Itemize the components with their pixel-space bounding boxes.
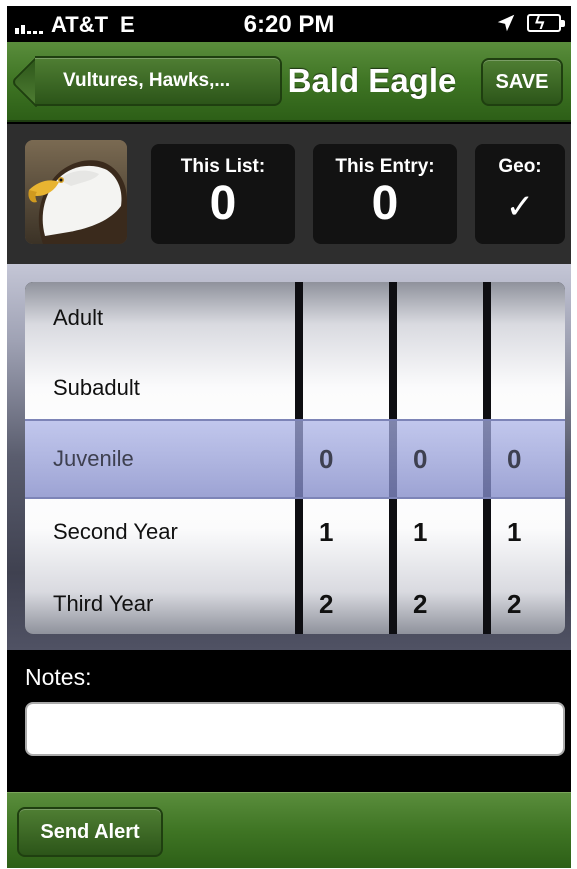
picker-option[interactable]: 2 (397, 568, 483, 634)
notes-section: Notes: (7, 650, 571, 794)
send-alert-button[interactable]: Send Alert (17, 807, 163, 857)
this-entry-label: This Entry: (335, 156, 435, 177)
save-button[interactable]: SAVE (481, 58, 563, 106)
this-list-label: This List: (180, 156, 266, 177)
species-photo (25, 140, 127, 244)
picker-option[interactable]: Second Year (25, 496, 295, 568)
send-alert-label: Send Alert (40, 820, 140, 843)
picker-option[interactable]: Adult (25, 282, 295, 354)
count-wheel-2[interactable]: 1 2 (397, 282, 483, 634)
picker-option[interactable]: 1 (491, 496, 565, 568)
battery-icon: ϟ (527, 13, 565, 33)
back-button-wrapper: Vultures, Hawks,... (25, 42, 285, 122)
back-button[interactable]: Vultures, Hawks,... (35, 56, 282, 106)
selected-count-2: 0 (413, 444, 428, 474)
picker-option[interactable]: 1 (303, 496, 389, 568)
navigation-bar: Vultures, Hawks,... Bald Eagle SAVE (7, 42, 571, 122)
count-wheel-3[interactable]: 1 2 (491, 282, 565, 634)
picker-option[interactable]: Subadult (25, 352, 295, 424)
bottom-toolbar: Send Alert (7, 792, 571, 868)
clock: 6:20 PM (243, 11, 335, 38)
bald-eagle-icon (25, 140, 127, 244)
picker-option[interactable]: 2 (303, 568, 389, 634)
status-bar: AT&T E 6:20 PM ϟ (7, 6, 571, 42)
geo-label: Geo: (498, 156, 542, 177)
species-info-strip: This List: 0 This Entry: 0 Geo: ✓ (7, 124, 571, 264)
picker-option[interactable]: 1 (397, 496, 483, 568)
checkmark-icon: ✓ (505, 188, 535, 226)
back-button-label: Vultures, Hawks,... (63, 70, 231, 91)
selected-age: Juvenile (53, 446, 134, 471)
notes-input[interactable] (25, 702, 565, 756)
picker-area: Adult Subadult Second Year Third Year 1 … (7, 264, 571, 650)
status-icons: ϟ (495, 12, 565, 34)
geo-indicator[interactable]: Geo: ✓ (475, 144, 565, 244)
age-count-picker[interactable]: Adult Subadult Second Year Third Year 1 … (25, 282, 565, 634)
count-wheel-1[interactable]: 1 2 (303, 282, 389, 634)
save-button-label: SAVE (495, 70, 549, 93)
this-list-counter: This List: 0 (151, 144, 295, 244)
this-list-value: 0 (209, 177, 237, 230)
selected-count-1: 0 (319, 444, 334, 474)
this-entry-counter: This Entry: 0 (313, 144, 457, 244)
location-arrow-icon (497, 14, 515, 32)
selected-count-3: 0 (507, 444, 522, 474)
this-entry-value: 0 (371, 177, 399, 230)
picker-option[interactable]: 2 (491, 568, 565, 634)
page-title: Bald Eagle (287, 62, 457, 99)
phone-screen: AT&T E 6:20 PM ϟ Vultures, Hawks,... Bal… (7, 6, 571, 868)
notes-label: Notes: (25, 664, 92, 690)
picker-option[interactable]: Third Year (25, 568, 295, 634)
